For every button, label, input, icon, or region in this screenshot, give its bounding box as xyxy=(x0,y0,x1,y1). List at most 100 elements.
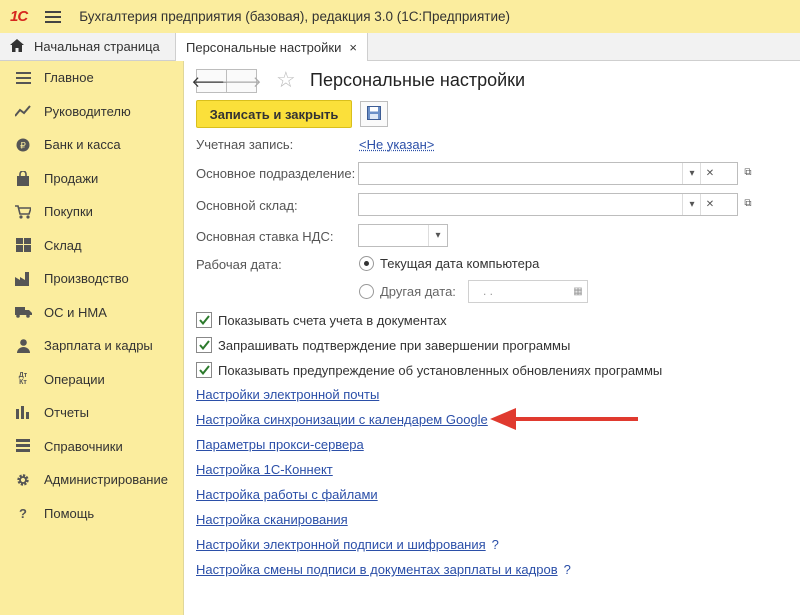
bar-chart-icon xyxy=(14,404,32,422)
tab-personal-settings-label: Персональные настройки xyxy=(186,39,342,55)
main-menu-icon[interactable] xyxy=(45,10,62,23)
sidebar: Главное Руководителю ₽ Банк и касса Прод… xyxy=(0,61,184,615)
dropdown-arrow-icon[interactable]: ▾ xyxy=(682,194,701,215)
link-esign-settings[interactable]: Настройки электронной подписи и шифрован… xyxy=(196,537,486,552)
sidebar-item-label: Справочники xyxy=(44,438,123,454)
favorite-star-icon[interactable]: ☆ xyxy=(276,67,296,93)
esign-row: Настройки электронной подписи и шифрован… xyxy=(196,537,499,552)
account-link[interactable]: <Не указан> xyxy=(359,137,434,152)
sidebar-item-label: Администрирование xyxy=(44,472,168,488)
checkbox-label: Запрашивать подтверждение при завершении… xyxy=(218,337,571,353)
truck-icon xyxy=(14,303,32,321)
sidebar-item-main[interactable]: Главное xyxy=(0,61,183,95)
other-date-input[interactable]: . . ▦ xyxy=(468,280,588,303)
open-department-button[interactable]: ⧉ xyxy=(739,162,757,183)
sidebar-item-label: Склад xyxy=(44,237,82,253)
sidebar-item-admin[interactable]: Администрирование xyxy=(0,463,183,497)
history-nav: 🡐 🡒 xyxy=(191,69,262,93)
sidebar-item-label: Руководителю xyxy=(44,103,131,119)
link-google-calendar-sync[interactable]: Настройка синхронизации с календарем Goo… xyxy=(196,412,488,427)
sidebar-item-label: Зарплата и кадры xyxy=(44,338,153,354)
home-icon xyxy=(10,38,24,55)
app-title: Бухгалтерия предприятия (базовая), редак… xyxy=(79,9,510,24)
sidebar-item-label: Покупки xyxy=(44,204,93,220)
save-and-close-button[interactable]: Записать и закрыть xyxy=(196,100,352,128)
link-file-settings[interactable]: Настройка работы с файлами xyxy=(196,487,378,502)
date-placeholder: . . xyxy=(483,284,494,298)
checkbox-label: Показывать предупреждение об установленн… xyxy=(218,362,663,378)
page-title: Персональные настройки xyxy=(310,70,526,90)
warehouse-input[interactable]: ▾ ✕ xyxy=(358,193,738,216)
sidebar-item-catalogs[interactable]: Справочники xyxy=(0,430,183,464)
tab-home[interactable]: Начальная страница xyxy=(0,33,175,60)
open-link-icon: ⧉ xyxy=(744,167,752,178)
sidebar-item-label: Помощь xyxy=(44,505,95,521)
grid-icon xyxy=(14,236,32,254)
clear-icon[interactable]: ✕ xyxy=(700,163,719,184)
checkbox-label: Показывать счета учета в документах xyxy=(218,312,447,328)
sidebar-item-production[interactable]: Производство xyxy=(0,262,183,296)
tab-bar: Начальная страница Персональные настройк… xyxy=(0,33,800,61)
sidebar-item-fixed-assets[interactable]: ОС и НМА xyxy=(0,296,183,330)
form-area: 🡐 🡒 ☆ Персональные настройки Записать и … xyxy=(184,61,800,615)
department-input[interactable]: ▾ ✕ xyxy=(358,162,738,185)
link-1c-connect[interactable]: Настройка 1С-Коннект xyxy=(196,462,333,477)
dt-kt-icon: Дт Кт xyxy=(18,372,28,387)
account-label: Учетная запись: xyxy=(196,137,294,152)
calendar-icon[interactable]: ▦ xyxy=(569,281,587,302)
gear-icon xyxy=(14,471,32,489)
sidebar-item-help[interactable]: ? Помощь xyxy=(0,497,183,531)
checkbox[interactable] xyxy=(196,362,212,378)
radio-button[interactable] xyxy=(359,256,374,271)
sidebar-item-manager[interactable]: Руководителю xyxy=(0,95,183,129)
tab-personal-settings[interactable]: Персональные настройки × xyxy=(175,33,368,61)
radio-current-date[interactable]: Текущая дата компьютера xyxy=(359,256,539,271)
list-icon xyxy=(14,69,32,87)
question-icon: ? xyxy=(19,505,27,521)
coin-icon: ₽ xyxy=(14,136,32,154)
radio-button[interactable] xyxy=(359,284,374,299)
link-proxy-settings[interactable]: Параметры прокси-сервера xyxy=(196,437,364,452)
link-email-settings[interactable]: Настройки электронной почты xyxy=(196,387,379,402)
svg-text:₽: ₽ xyxy=(20,140,26,150)
checkbox-show-accounts[interactable]: Показывать счета учета в документах xyxy=(196,312,447,328)
tab-home-label: Начальная страница xyxy=(34,39,160,54)
checkbox-confirm-exit[interactable]: Запрашивать подтверждение при завершении… xyxy=(196,337,570,353)
sidebar-item-bank[interactable]: ₽ Банк и касса xyxy=(0,128,183,162)
link-signature-change[interactable]: Настройка смены подписи в документах зар… xyxy=(196,562,558,577)
sidebar-item-sales[interactable]: Продажи xyxy=(0,162,183,196)
signature-change-row: Настройка смены подписи в документах зар… xyxy=(196,562,571,577)
dropdown-arrow-icon[interactable]: ▾ xyxy=(682,163,701,184)
link-scanning-settings[interactable]: Настройка сканирования xyxy=(196,512,348,527)
trend-icon xyxy=(14,102,32,120)
sidebar-item-purchases[interactable]: Покупки xyxy=(0,195,183,229)
workdate-label: Рабочая дата: xyxy=(196,257,282,272)
annotation-arrow-icon xyxy=(490,408,638,430)
radio-current-label: Текущая дата компьютера xyxy=(380,256,540,271)
dropdown-arrow-icon[interactable]: ▾ xyxy=(428,225,447,246)
close-icon[interactable]: × xyxy=(349,40,357,55)
clear-icon[interactable]: ✕ xyxy=(700,194,719,215)
checkbox-update-warning[interactable]: Показывать предупреждение об установленн… xyxy=(196,362,662,378)
sidebar-item-label: Отчеты xyxy=(44,405,89,421)
radio-other-date[interactable]: Другая дата: xyxy=(359,284,456,299)
sidebar-item-operations[interactable]: Дт Кт Операции xyxy=(0,363,183,397)
checkbox[interactable] xyxy=(196,312,212,328)
save-button[interactable] xyxy=(360,101,388,127)
checkbox[interactable] xyxy=(196,337,212,353)
sidebar-item-warehouse[interactable]: Склад xyxy=(0,229,183,263)
forward-button[interactable]: 🡒 xyxy=(221,69,262,93)
vat-select[interactable]: ▾ xyxy=(358,224,448,247)
sidebar-item-reports[interactable]: Отчеты xyxy=(0,396,183,430)
help-icon[interactable]: ? xyxy=(564,562,571,577)
department-label: Основное подразделение: xyxy=(196,166,356,181)
sidebar-item-salary[interactable]: Зарплата и кадры xyxy=(0,329,183,363)
book-icon xyxy=(14,437,32,455)
sidebar-item-label: Операции xyxy=(44,371,105,387)
sidebar-item-label: Производство xyxy=(44,271,129,287)
factory-icon xyxy=(14,270,32,288)
app-logo: 1С xyxy=(10,8,28,25)
help-icon[interactable]: ? xyxy=(492,537,499,552)
bag-icon xyxy=(14,169,32,187)
open-warehouse-button[interactable]: ⧉ xyxy=(739,193,757,214)
